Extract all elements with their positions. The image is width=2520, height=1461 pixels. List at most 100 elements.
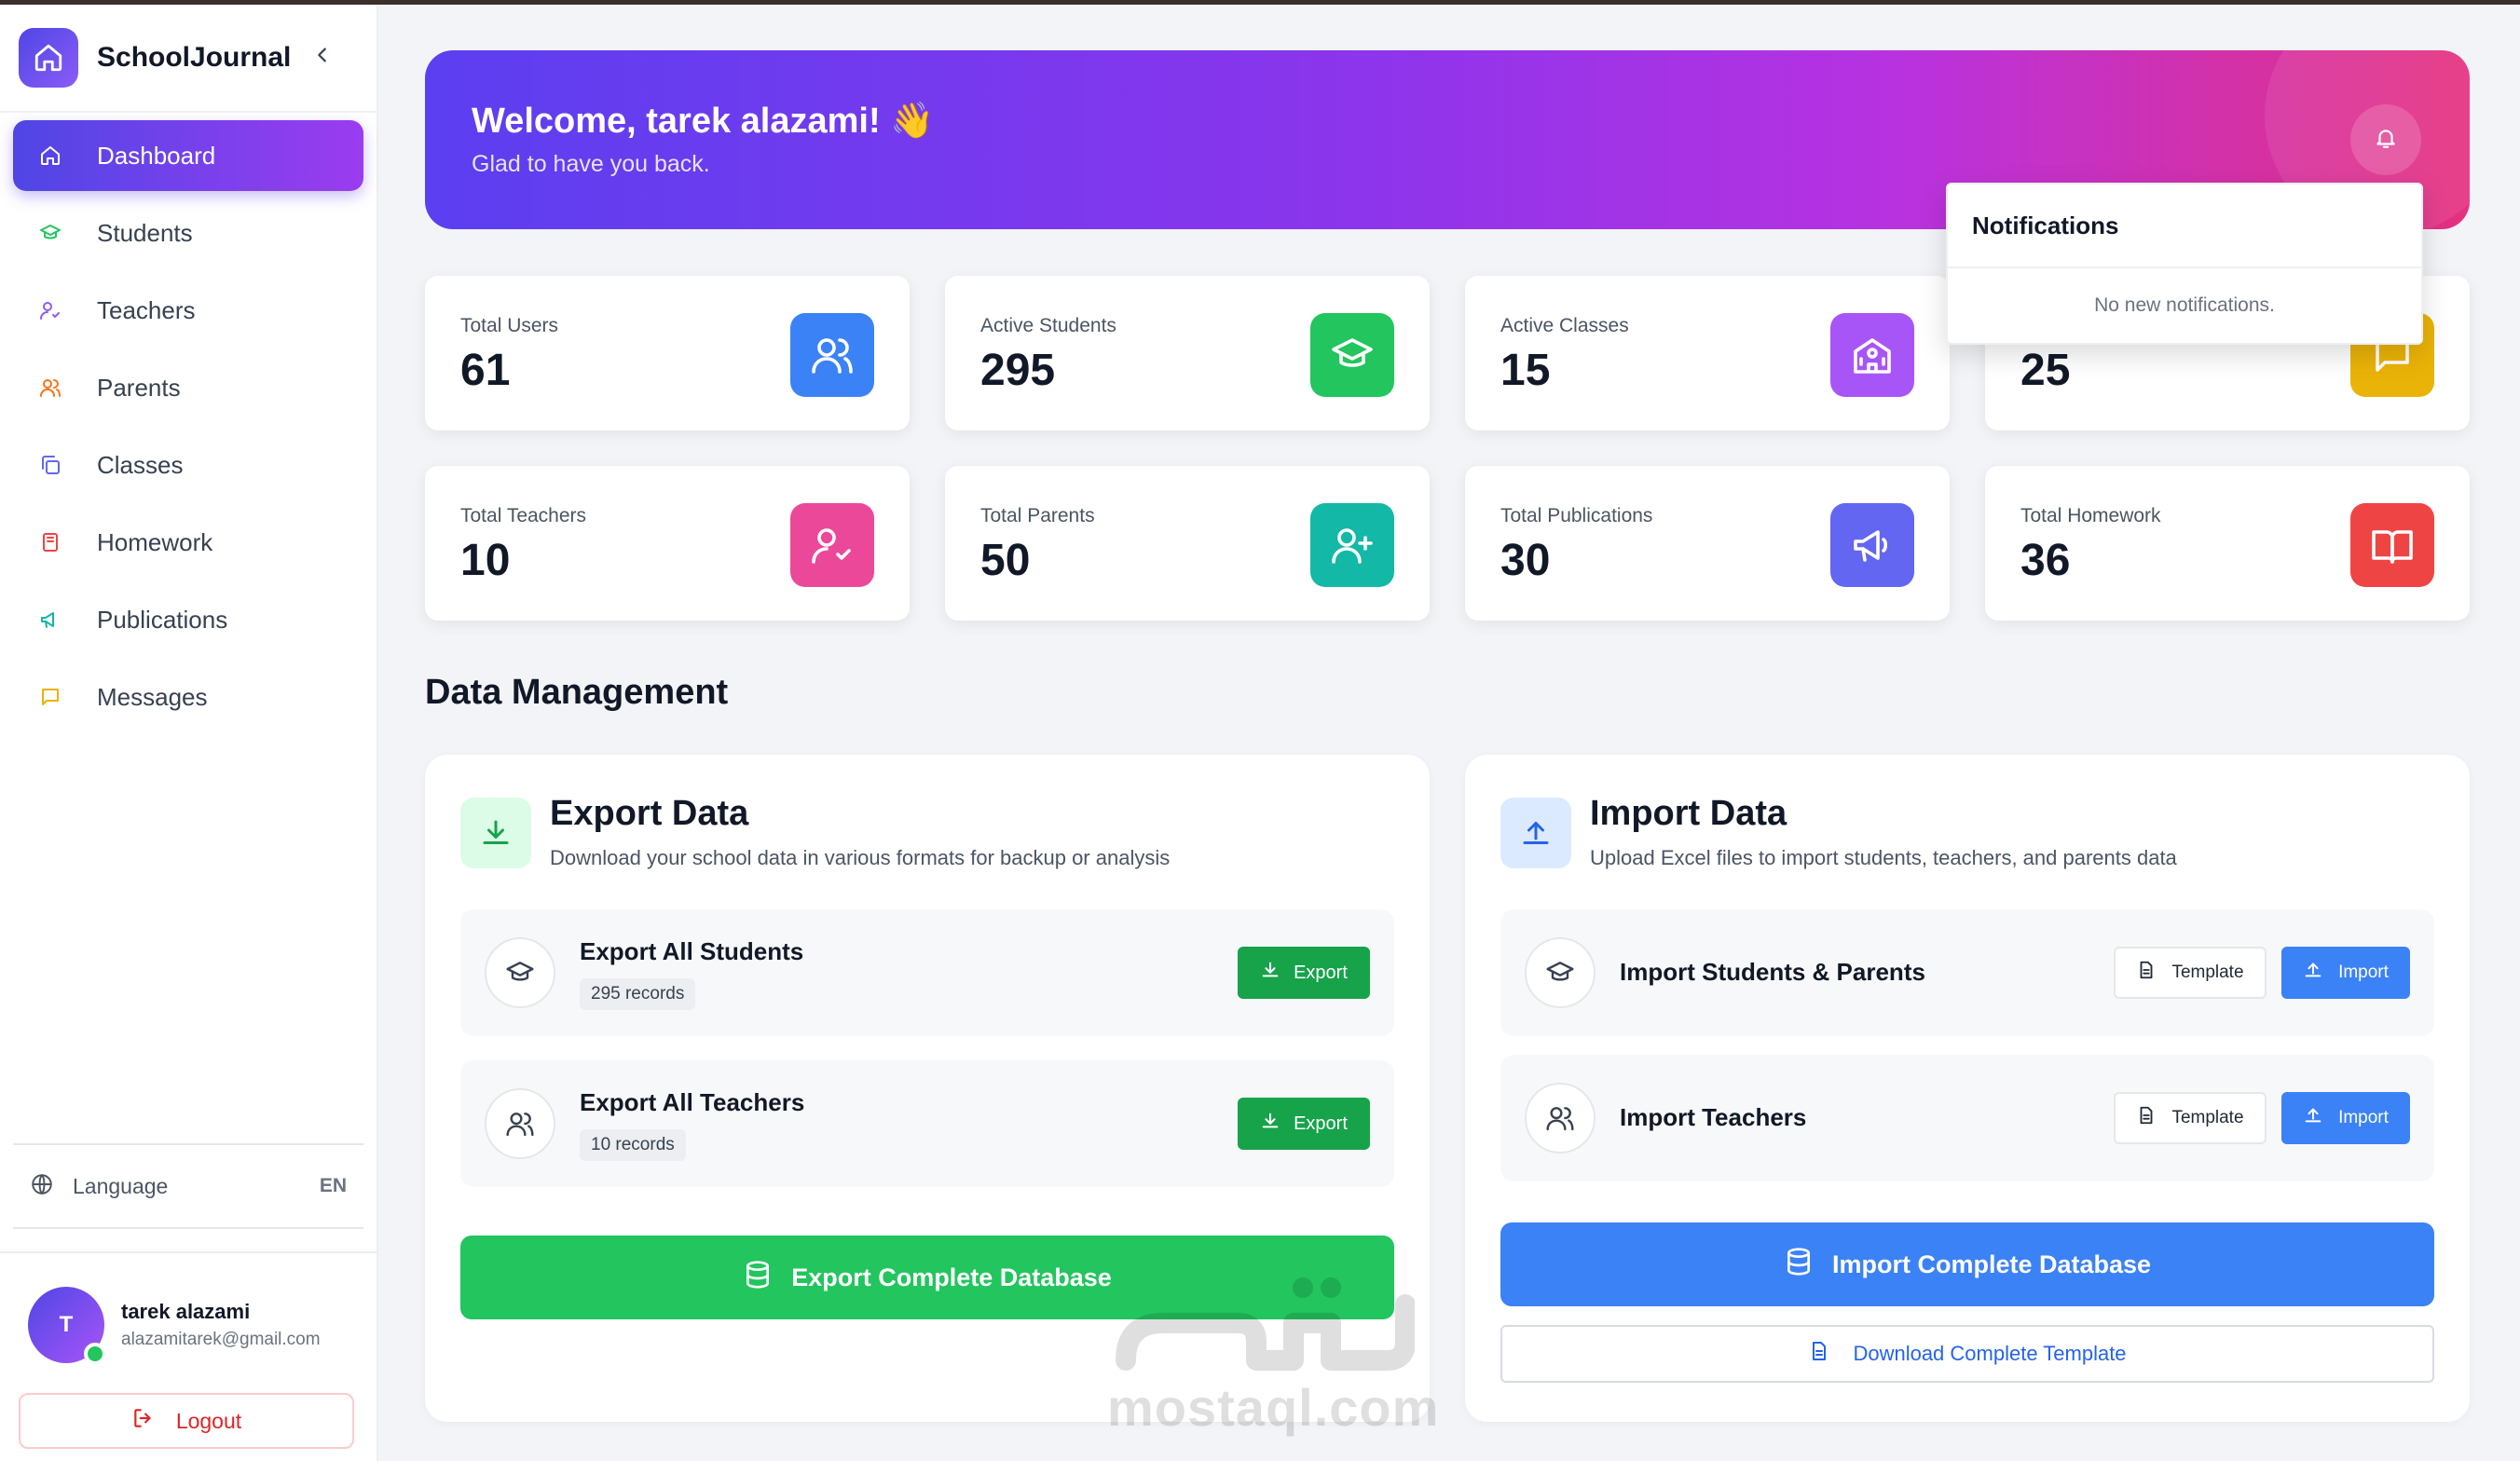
users-icon [1525,1083,1596,1154]
welcome-subtitle: Glad to have you back. [472,151,710,177]
row-title: Export All Students [580,937,804,965]
stat-label: Total Parents [980,505,1095,526]
sidebar-item-label: Messages [97,682,208,711]
graduation-cap-icon [1310,313,1394,397]
records-badge: 10 records [580,1129,686,1161]
user-name: tarek alazami [121,1300,251,1323]
template-students-button[interactable]: Template [2114,947,2267,999]
button-label: Download Complete Template [1853,1342,2127,1365]
import-teachers-button[interactable]: Import [2281,1092,2410,1144]
stat-label: Total Publications [1500,505,1653,526]
graduation-cap-icon [1525,937,1596,1008]
panel-title: Export Data [550,794,749,833]
records-badge: 295 records [580,978,696,1010]
language-selector[interactable]: Language EN [13,1143,363,1229]
notifications-dropdown: Notifications No new notifications. [1946,183,2423,345]
database-icon [743,1260,773,1296]
stat-card-active-classes: Active Classes 15 [1465,276,1950,430]
chevron-left-icon[interactable] [309,42,336,68]
stat-label: Total Teachers [460,505,587,526]
download-icon [1260,960,1281,986]
avatar: T [28,1287,106,1365]
import-students-button[interactable]: Import [2281,947,2410,999]
sidebar-item-classes[interactable]: Classes [13,430,363,500]
stat-value: 50 [980,536,1031,585]
import-panel: Import Data Upload Excel files to import… [1465,755,2470,1422]
user-check-icon [37,297,63,323]
stat-card-total-users: Total Users 61 [425,276,910,430]
welcome-title: Welcome, tarek alazami! 👋 [472,102,935,141]
sidebar-item-homework[interactable]: Homework [13,507,363,578]
row-title: Export All Teachers [580,1088,805,1116]
file-icon [2136,1105,2157,1131]
sidebar-item-label: Dashboard [97,141,216,170]
users-icon [790,313,874,397]
notifications-empty-message: No new notifications. [2094,294,2275,316]
language-value: EN [319,1175,347,1196]
bell-icon [2374,126,2398,155]
download-complete-template-button[interactable]: Download Complete Template [1500,1325,2434,1383]
stat-value: 25 [2020,346,2071,395]
divider [0,1251,377,1253]
stat-value: 10 [460,536,511,585]
stat-label: Total Homework [2020,505,2161,526]
download-icon [460,798,531,868]
stat-card-total-parents: Total Parents 50 [945,466,1430,621]
user-check-icon [790,503,874,587]
sidebar-item-teachers[interactable]: Teachers [13,275,363,346]
notifications-button[interactable] [2350,104,2421,175]
export-students-button[interactable]: Export [1238,947,1370,999]
button-label: Template [2171,1108,2244,1127]
template-teachers-button[interactable]: Template [2114,1092,2267,1144]
book-icon [37,529,63,555]
graduation-cap-icon [37,220,63,246]
sidebar-item-label: Students [97,218,193,247]
watermark: mostaql.com [1107,1267,1438,1437]
brand: SchoolJournal [0,5,377,113]
user-plus-icon [1310,503,1394,587]
sidebar-item-label: Parents [97,373,181,402]
megaphone-icon [1830,503,1914,587]
section-title: Data Management [425,673,729,712]
stat-value: 15 [1500,346,1551,395]
sidebar-item-students[interactable]: Students [13,198,363,268]
export-teachers-button[interactable]: Export [1238,1098,1370,1150]
stat-card-total-homework: Total Homework 36 [1985,466,2470,621]
sidebar-item-messages[interactable]: Messages [13,662,363,732]
sidebar-item-publications[interactable]: Publications [13,584,363,655]
sidebar-item-label: Homework [97,527,213,556]
stat-label: Active Classes [1500,315,1629,336]
sidebar-item-parents[interactable]: Parents [13,352,363,423]
button-label: Export [1294,1113,1348,1134]
file-icon [2136,960,2157,986]
home-icon [37,143,63,169]
stat-label: Total Users [460,315,559,336]
button-label: Export [1294,962,1348,983]
graduation-cap-icon [485,937,555,1008]
message-icon [37,684,63,710]
notifications-title: Notifications [1948,184,2421,268]
stat-card-total-teachers: Total Teachers 10 [425,466,910,621]
logout-button[interactable]: Logout [19,1393,354,1449]
sidebar-item-label: Teachers [97,295,196,324]
upload-icon [2303,960,2323,986]
panel-description: Download your school data in various for… [550,846,1171,869]
button-label: Template [2171,963,2244,982]
import-complete-database-button[interactable]: Import Complete Database [1500,1222,2434,1306]
megaphone-icon [37,607,63,633]
language-label: Language [73,1173,169,1198]
stat-card-active-students: Active Students 295 [945,276,1430,430]
stat-value: 36 [2020,536,2071,585]
sidebar-nav: Dashboard Students Teachers Parents Clas… [0,113,377,732]
panel-description: Upload Excel files to import students, t… [1590,846,2177,869]
sidebar-item-label: Classes [97,450,184,479]
copy-icon [37,452,63,478]
upload-icon [2303,1105,2323,1131]
stat-value: 30 [1500,536,1551,585]
online-status-dot [84,1343,106,1365]
sidebar-item-label: Publications [97,605,228,634]
stat-card-total-publications: Total Publications 30 [1465,466,1950,621]
button-label: Import Complete Database [1831,1249,2152,1278]
sidebar-item-dashboard[interactable]: Dashboard [13,120,363,191]
database-icon [1784,1247,1814,1283]
